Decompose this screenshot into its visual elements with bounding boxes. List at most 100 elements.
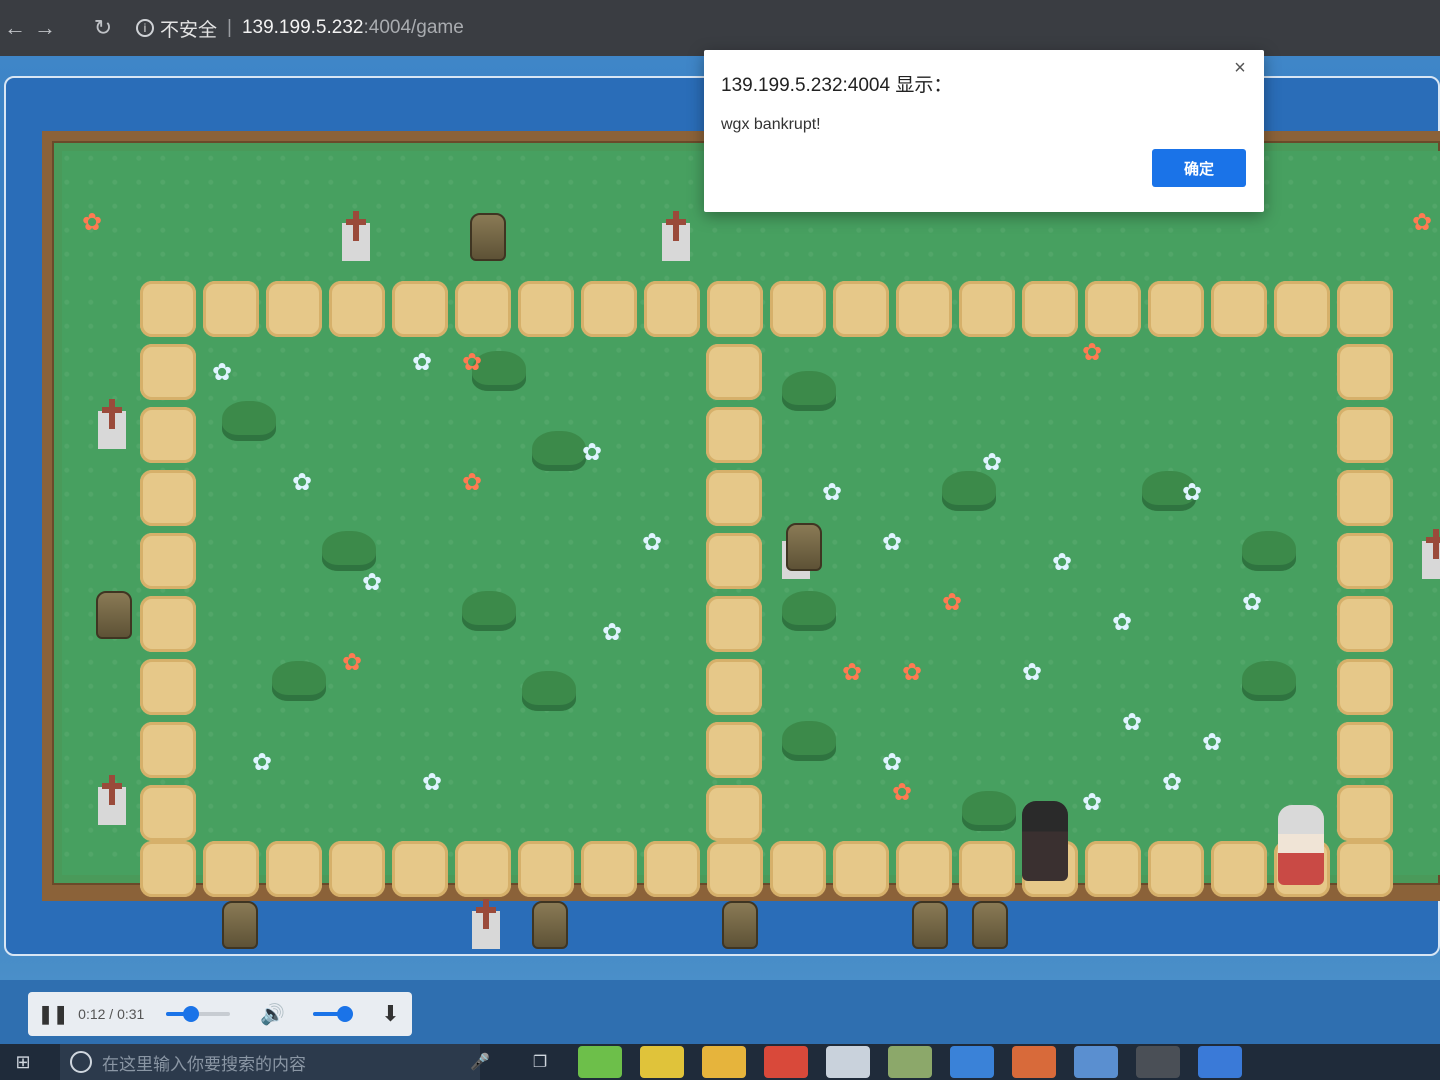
download-icon[interactable]: ⬇ bbox=[381, 1001, 399, 1027]
barrel-icon bbox=[722, 901, 758, 949]
path-tile bbox=[518, 841, 574, 897]
mic-icon[interactable]: 🎤 bbox=[460, 1052, 500, 1072]
info-icon[interactable]: i bbox=[136, 19, 154, 37]
taskbar-app-app-round[interactable] bbox=[826, 1046, 870, 1078]
url-separator: | bbox=[227, 17, 232, 38]
path-tile bbox=[644, 281, 700, 337]
path-tile bbox=[1085, 281, 1141, 337]
taskbar-search[interactable]: 在这里输入你要搜索的内容 bbox=[60, 1044, 480, 1080]
path-tile bbox=[140, 533, 196, 589]
path-tile bbox=[140, 785, 196, 841]
white-flower-icon: ✿ bbox=[582, 439, 603, 466]
taskbar-app-youdao[interactable] bbox=[764, 1046, 808, 1078]
path-tile bbox=[644, 841, 700, 897]
taskbar-apps bbox=[560, 1046, 1242, 1078]
taskbar-app-explorer[interactable] bbox=[702, 1046, 746, 1078]
alert-message: wgx bankrupt! bbox=[721, 116, 821, 133]
path-tile bbox=[707, 281, 763, 337]
reload-icon[interactable]: ↻ bbox=[88, 15, 118, 41]
search-placeholder: 在这里输入你要搜索的内容 bbox=[102, 1054, 306, 1074]
path-tile bbox=[1148, 281, 1204, 337]
taskbar-app-chrome[interactable] bbox=[640, 1046, 684, 1078]
path-tile bbox=[1337, 596, 1393, 652]
red-flower-icon: ✿ bbox=[892, 779, 913, 806]
taskbar-app-word-like[interactable] bbox=[950, 1046, 994, 1078]
taskbar-app-terminal[interactable] bbox=[1136, 1046, 1180, 1078]
close-icon[interactable]: × bbox=[1228, 56, 1252, 80]
red-flower-icon: ✿ bbox=[462, 349, 483, 376]
bush bbox=[222, 401, 276, 441]
volume-slider[interactable] bbox=[313, 1006, 354, 1022]
back-icon[interactable]: ← bbox=[0, 15, 30, 41]
white-flower-icon: ✿ bbox=[422, 769, 443, 796]
white-flower-icon: ✿ bbox=[1182, 479, 1203, 506]
forward-icon[interactable]: → bbox=[30, 15, 60, 41]
white-flower-icon: ✿ bbox=[1022, 659, 1043, 686]
taskbar-app-app-ring[interactable] bbox=[1198, 1046, 1242, 1078]
seek-knob[interactable] bbox=[183, 1006, 200, 1022]
player-character-dark bbox=[1022, 801, 1068, 881]
grave-marker-icon bbox=[472, 899, 500, 949]
barrel-icon bbox=[470, 213, 506, 261]
red-flower-icon: ✿ bbox=[842, 659, 863, 686]
white-flower-icon: ✿ bbox=[1112, 609, 1133, 636]
pause-icon[interactable]: ❚❚ bbox=[38, 1004, 68, 1025]
seek-slider[interactable] bbox=[166, 1006, 231, 1022]
bush bbox=[782, 591, 836, 631]
barrel-icon bbox=[96, 591, 132, 639]
alert-dialog: 139.199.5.232:4004 显示： × wgx bankrupt! 确… bbox=[704, 50, 1264, 212]
grave-marker-icon bbox=[342, 211, 370, 261]
path-tile bbox=[140, 596, 196, 652]
path-tile bbox=[770, 281, 826, 337]
path-tile bbox=[455, 841, 511, 897]
path-tile bbox=[706, 407, 762, 463]
white-flower-icon: ✿ bbox=[362, 569, 383, 596]
url-host[interactable]: 139.199.5.232 bbox=[242, 17, 364, 39]
path-tile bbox=[329, 841, 385, 897]
taskbar-app-wechat[interactable] bbox=[578, 1046, 622, 1078]
game-board[interactable]: ✿ ✿ ✿ ✿ ✿ ✿ ✿ ✿ ✿ ✿ ✿ ✿ ✿ ✿ ✿ ✿ ✿ ✿ ✿ ✿ ✿ ✿ ✿ ✿ ✿ ✿ ✿ ✿ ✿ ✿ ✿ ✿ bbox=[42, 131, 1440, 949]
path-tile bbox=[140, 344, 196, 400]
path-tile bbox=[581, 841, 637, 897]
path-tile bbox=[140, 407, 196, 463]
windows-start-icon[interactable]: ⊞ bbox=[0, 1052, 46, 1073]
path-tile bbox=[455, 281, 511, 337]
bush bbox=[462, 591, 516, 631]
path-tile bbox=[706, 722, 762, 778]
white-flower-icon: ✿ bbox=[602, 619, 623, 646]
bush bbox=[942, 471, 996, 511]
white-flower-icon: ✿ bbox=[882, 529, 903, 556]
url-path[interactable]: :4004/game bbox=[363, 17, 463, 39]
path-tile bbox=[1337, 470, 1393, 526]
alert-ok-button[interactable]: 确定 bbox=[1152, 149, 1246, 187]
barrel-icon bbox=[972, 901, 1008, 949]
path-tile bbox=[1337, 785, 1393, 841]
path-tile bbox=[706, 344, 762, 400]
task-view-icon[interactable]: ❐ bbox=[520, 1052, 560, 1072]
grass-field: ✿ ✿ ✿ ✿ ✿ ✿ ✿ ✿ ✿ ✿ ✿ ✿ ✿ ✿ ✿ ✿ ✿ ✿ ✿ ✿ ✿ ✿ ✿ ✿ ✿ ✿ ✿ ✿ ✿ ✿ ✿ ✿ bbox=[62, 151, 1440, 949]
path-tile bbox=[706, 470, 762, 526]
white-flower-icon: ✿ bbox=[1242, 589, 1263, 616]
taskbar-app-powerpoint-like[interactable] bbox=[1012, 1046, 1056, 1078]
white-flower-icon: ✿ bbox=[822, 479, 843, 506]
path-tile bbox=[140, 470, 196, 526]
barrel-icon bbox=[912, 901, 948, 949]
volume-knob[interactable] bbox=[337, 1006, 354, 1022]
red-flower-icon: ✿ bbox=[942, 589, 963, 616]
path-tile bbox=[1211, 281, 1267, 337]
grave-marker-icon bbox=[98, 399, 126, 449]
volume-icon[interactable]: 🔊 bbox=[260, 1002, 285, 1027]
path-tile bbox=[203, 841, 259, 897]
path-tile bbox=[140, 659, 196, 715]
taskbar-app-app-blue[interactable] bbox=[1074, 1046, 1118, 1078]
white-flower-icon: ✿ bbox=[982, 449, 1003, 476]
white-flower-icon: ✿ bbox=[412, 349, 433, 376]
taskbar-app-app-pen[interactable] bbox=[888, 1046, 932, 1078]
white-flower-icon: ✿ bbox=[1122, 709, 1143, 736]
path-tile bbox=[140, 281, 196, 337]
path-tile bbox=[959, 281, 1015, 337]
bush bbox=[322, 531, 376, 571]
path-tile bbox=[581, 281, 637, 337]
bush bbox=[522, 671, 576, 711]
path-tile bbox=[706, 659, 762, 715]
